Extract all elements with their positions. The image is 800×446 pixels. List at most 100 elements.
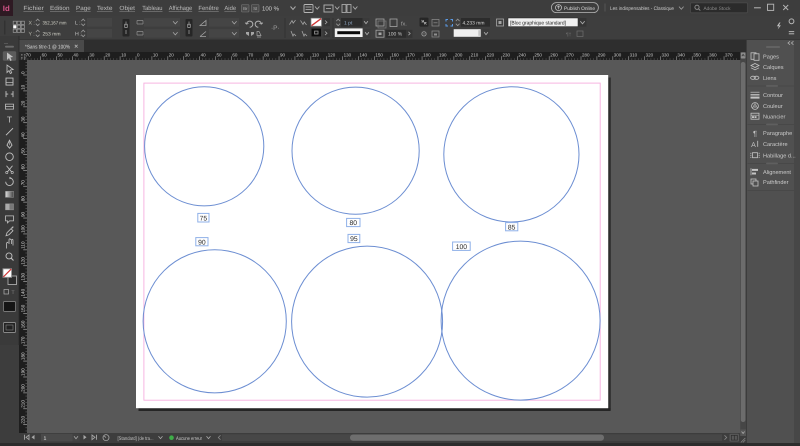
svg-text:60: 60	[20, 164, 25, 170]
svg-text:210: 210	[471, 53, 479, 58]
svg-text:10: 10	[20, 84, 25, 90]
svg-text:Page: Page	[76, 5, 91, 12]
svg-text:370: 370	[725, 53, 733, 58]
svg-text:40: 40	[201, 53, 207, 58]
svg-text:70: 70	[20, 180, 25, 186]
svg-text:*Sans titre-1 @ 100%: *Sans titre-1 @ 100%	[25, 45, 70, 51]
svg-text:180: 180	[423, 53, 431, 58]
svg-text:X :: X :	[29, 20, 35, 26]
svg-text:T: T	[7, 115, 12, 125]
svg-text:70: 70	[26, 53, 32, 58]
svg-text:140: 140	[20, 288, 25, 296]
svg-text:1: 1	[44, 436, 47, 442]
svg-text:Alignement: Alignement	[763, 169, 791, 176]
svg-text:230: 230	[503, 53, 511, 58]
svg-text:Fichier: Fichier	[23, 5, 43, 12]
svg-text:Tableau: Tableau	[142, 5, 162, 12]
svg-text:100: 100	[456, 244, 468, 251]
svg-text:0: 0	[20, 71, 25, 74]
svg-text:100: 100	[20, 225, 25, 233]
svg-text:150: 150	[375, 53, 383, 58]
svg-text:Caractère: Caractère	[763, 141, 788, 148]
svg-text:L :: L :	[75, 20, 81, 26]
svg-text:100 %: 100 %	[388, 31, 403, 37]
svg-text:290: 290	[598, 53, 606, 58]
svg-text:50: 50	[216, 53, 222, 58]
svg-text:280: 280	[582, 53, 590, 58]
svg-text:140: 140	[360, 53, 368, 58]
svg-text:100: 100	[296, 53, 304, 58]
svg-text:85: 85	[508, 224, 516, 231]
svg-text:Publish Online: Publish Online	[564, 6, 595, 12]
svg-text:30: 30	[89, 53, 95, 58]
svg-text:90: 90	[198, 239, 206, 246]
svg-text:Objet: Objet	[119, 5, 135, 12]
svg-text:·P·: ·P·	[271, 25, 280, 32]
svg-text:40: 40	[20, 132, 25, 138]
svg-text:340: 340	[677, 53, 685, 58]
svg-text:80: 80	[350, 220, 358, 227]
svg-text:80: 80	[264, 53, 270, 58]
svg-text:352,167 mm: 352,167 mm	[43, 20, 67, 26]
svg-text:300: 300	[614, 53, 622, 58]
svg-text:‥: ‥	[4, 40, 8, 46]
svg-text:Texte: Texte	[97, 5, 113, 12]
svg-text:Calques: Calques	[763, 64, 784, 71]
svg-text:320: 320	[646, 53, 654, 58]
svg-text:[Standard] (de tra...: [Standard] (de tra...	[118, 436, 154, 442]
svg-text:220: 220	[487, 53, 495, 58]
svg-text:90: 90	[280, 53, 286, 58]
svg-text:75: 75	[200, 216, 208, 223]
svg-text:170: 170	[20, 336, 25, 344]
svg-text:253 mm: 253 mm	[43, 31, 61, 37]
svg-text:120: 120	[328, 53, 336, 58]
svg-text:90: 90	[20, 211, 25, 217]
svg-text:100 %: 100 %	[262, 5, 280, 12]
svg-text:210: 210	[20, 400, 25, 408]
svg-text:170: 170	[407, 53, 415, 58]
svg-text:330: 330	[661, 53, 669, 58]
svg-text:260: 260	[550, 53, 558, 58]
svg-text:Nuancier: Nuancier	[763, 113, 786, 120]
svg-text:H :: H :	[75, 31, 82, 37]
svg-text:10: 10	[153, 53, 159, 58]
svg-text:160: 160	[20, 320, 25, 328]
svg-text:Pages: Pages	[763, 55, 779, 61]
svg-text:20: 20	[169, 53, 175, 58]
svg-text:Br: Br	[243, 6, 248, 11]
svg-text:70: 70	[248, 53, 254, 58]
svg-text:[Bloc graphique standard]: [Bloc graphique standard]	[510, 20, 567, 26]
svg-text:50: 50	[58, 53, 64, 58]
svg-text:4,233 mm: 4,233 mm	[463, 20, 485, 26]
svg-text:250: 250	[534, 53, 542, 58]
svg-text:50: 50	[20, 148, 25, 154]
svg-text:Couleur: Couleur	[763, 103, 783, 110]
svg-text:1 pt: 1 pt	[344, 20, 353, 26]
svg-text:20: 20	[20, 100, 25, 106]
svg-text:80: 80	[20, 196, 25, 202]
svg-text:Paragraphe: Paragraphe	[763, 130, 792, 137]
svg-text:220: 220	[20, 416, 25, 424]
svg-text:110: 110	[312, 53, 320, 58]
svg-text:Edition: Edition	[50, 5, 70, 12]
svg-text:190: 190	[20, 368, 25, 376]
svg-text:Y :: Y :	[29, 31, 35, 37]
svg-text:120: 120	[20, 257, 25, 265]
svg-text:10: 10	[121, 53, 127, 58]
svg-text:Pathfinder: Pathfinder	[763, 179, 789, 186]
svg-text:200: 200	[20, 384, 25, 392]
svg-text:Adobe Stock: Adobe Stock	[704, 6, 732, 12]
svg-text:270: 270	[566, 53, 574, 58]
svg-text:130: 130	[20, 272, 25, 280]
svg-text:Aucune erreur: Aucune erreur	[176, 436, 202, 442]
svg-text:40: 40	[73, 53, 79, 58]
svg-text:Aide: Aide	[224, 5, 236, 12]
svg-text:350: 350	[693, 53, 701, 58]
svg-text:Id: Id	[3, 4, 10, 13]
svg-text:fx.: fx.	[401, 22, 407, 28]
svg-text:T: T	[11, 290, 14, 296]
svg-text:240: 240	[518, 53, 526, 58]
svg-text:110: 110	[20, 241, 25, 249]
svg-text:190: 190	[439, 53, 447, 58]
svg-text:30: 30	[20, 116, 25, 122]
